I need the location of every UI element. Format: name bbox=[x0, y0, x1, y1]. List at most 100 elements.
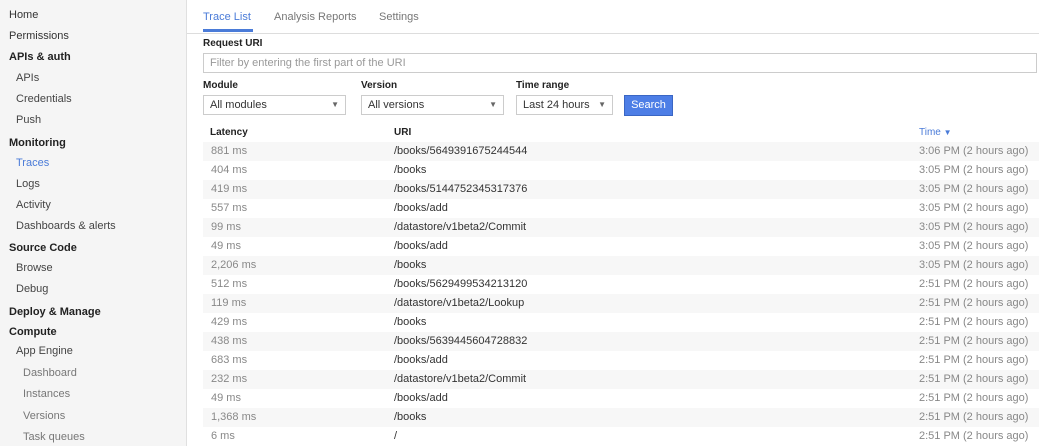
active-tab-indicator bbox=[203, 29, 253, 32]
table-row[interactable]: 6 ms / 2:51 PM (2 hours ago) bbox=[203, 427, 1039, 446]
latency-cell: 683 ms bbox=[211, 354, 248, 366]
table-row[interactable]: 49 ms/books/add 3:05 PM (2 hours ago) bbox=[203, 237, 1039, 256]
table-row[interactable]: 419 ms/books/5144752345317376 3:05 PM (2 … bbox=[203, 180, 1039, 199]
sidebar-item-app-engine[interactable]: App Engine bbox=[16, 341, 73, 361]
sidebar-item-debug[interactable]: Debug bbox=[16, 279, 48, 299]
module-select[interactable]: All modules ▼ bbox=[203, 95, 346, 115]
time-cell: 2:51 PM (2 hours ago) bbox=[919, 278, 1029, 290]
latency-cell: 404 ms bbox=[211, 164, 248, 176]
sidebar-item-compute[interactable]: Compute bbox=[9, 322, 57, 342]
tab-settings[interactable]: Settings bbox=[379, 11, 419, 23]
uri-cell[interactable]: /datastore/v1beta2/Lookup bbox=[394, 294, 524, 313]
sidebar-item-activity[interactable]: Activity bbox=[16, 195, 51, 215]
table-row[interactable]: 2,206 ms/books 3:05 PM (2 hours ago) bbox=[203, 256, 1039, 275]
time-range-select[interactable]: Last 24 hours ▼ bbox=[516, 95, 613, 115]
sidebar-item-instances[interactable]: Instances bbox=[23, 384, 70, 404]
time-cell: 3:05 PM (2 hours ago) bbox=[919, 202, 1029, 214]
uri-cell[interactable]: /datastore/v1beta2/Commit bbox=[394, 218, 526, 237]
latency-cell: 1,368 ms bbox=[211, 411, 257, 423]
uri-cell[interactable]: / bbox=[394, 427, 397, 446]
time-cell: 2:51 PM (2 hours ago) bbox=[919, 411, 1029, 423]
sidebar-item-task-queues[interactable]: Task queues bbox=[23, 427, 85, 447]
uri-cell[interactable]: /books bbox=[394, 408, 426, 427]
sort-chevron-down-icon: ▼ bbox=[943, 128, 952, 137]
request-uri-input[interactable] bbox=[203, 53, 1037, 73]
search-button[interactable]: Search bbox=[624, 95, 673, 116]
table-row[interactable]: 512 ms/books/5629499534213120 2:51 PM (2 … bbox=[203, 275, 1039, 294]
table-row[interactable]: 429 ms/books 2:51 PM (2 hours ago) bbox=[203, 313, 1039, 332]
sidebar-item-push[interactable]: Push bbox=[16, 110, 41, 130]
uri-cell[interactable]: /books/5144752345317376 bbox=[394, 180, 527, 199]
uri-cell[interactable]: /books/add bbox=[394, 237, 448, 256]
sidebar-item-home[interactable]: Home bbox=[9, 5, 38, 25]
latency-cell: 512 ms bbox=[211, 278, 248, 290]
sidebar-item-logs[interactable]: Logs bbox=[16, 174, 40, 194]
latency-cell: 2,206 ms bbox=[211, 259, 257, 271]
latency-cell: 232 ms bbox=[211, 373, 248, 385]
time-cell: 3:05 PM (2 hours ago) bbox=[919, 240, 1029, 252]
table-row[interactable]: 881 ms/books/5649391675244544 3:06 PM (2 … bbox=[203, 142, 1039, 161]
sidebar-item-browse[interactable]: Browse bbox=[16, 258, 53, 278]
time-cell: 2:51 PM (2 hours ago) bbox=[919, 373, 1029, 385]
table-row[interactable]: 232 ms/datastore/v1beta2/Commit 2:51 PM (… bbox=[203, 370, 1039, 389]
latency-cell: 49 ms bbox=[211, 392, 241, 404]
dropdown-caret-icon: ▼ bbox=[331, 100, 339, 109]
time-cell: 2:51 PM (2 hours ago) bbox=[919, 316, 1029, 328]
uri-cell[interactable]: /datastore/v1beta2/Commit bbox=[394, 370, 526, 389]
latency-cell: 438 ms bbox=[211, 335, 248, 347]
table-row[interactable]: 1,368 ms/books 2:51 PM (2 hours ago) bbox=[203, 408, 1039, 427]
uri-column-header[interactable]: URI bbox=[394, 127, 411, 138]
sidebar-item-permissions[interactable]: Permissions bbox=[9, 26, 69, 46]
latency-cell: 557 ms bbox=[211, 202, 248, 214]
request-uri-label: Request URI bbox=[203, 38, 263, 49]
table-row[interactable]: 119 ms/datastore/v1beta2/Lookup 2:51 PM (… bbox=[203, 294, 1039, 313]
table-row[interactable]: 404 ms/books 3:05 PM (2 hours ago) bbox=[203, 161, 1039, 180]
uri-cell[interactable]: /books bbox=[394, 161, 426, 180]
latency-cell: 881 ms bbox=[211, 145, 248, 157]
tab-analysis-reports[interactable]: Analysis Reports bbox=[274, 11, 357, 23]
version-select[interactable]: All versions ▼ bbox=[361, 95, 504, 115]
dropdown-caret-icon: ▼ bbox=[489, 100, 497, 109]
sidebar-item-versions[interactable]: Versions bbox=[23, 406, 65, 426]
table-row[interactable]: 99 ms/datastore/v1beta2/Commit 3:05 PM (2… bbox=[203, 218, 1039, 237]
latency-cell: 99 ms bbox=[211, 221, 241, 233]
uri-cell[interactable]: /books/5649391675244544 bbox=[394, 142, 527, 161]
time-column-header[interactable]: Time ▼ bbox=[919, 127, 952, 138]
time-range-select-value: Last 24 hours bbox=[523, 99, 590, 111]
uri-cell[interactable]: /books/add bbox=[394, 351, 448, 370]
time-cell: 2:51 PM (2 hours ago) bbox=[919, 430, 1029, 442]
sidebar-item-traces[interactable]: Traces bbox=[16, 153, 49, 173]
sidebar-item-apis-auth[interactable]: APIs & auth bbox=[9, 47, 71, 67]
uri-cell[interactable]: /books/add bbox=[394, 199, 448, 218]
uri-cell[interactable]: /books/add bbox=[394, 389, 448, 408]
uri-cell[interactable]: /books/5639445604728832 bbox=[394, 332, 527, 351]
sidebar-item-monitoring[interactable]: Monitoring bbox=[9, 133, 66, 153]
time-cell: 2:51 PM (2 hours ago) bbox=[919, 335, 1029, 347]
tab-bar: Trace List Analysis Reports Settings bbox=[187, 0, 1039, 34]
table-row[interactable]: 438 ms/books/5639445604728832 2:51 PM (2 … bbox=[203, 332, 1039, 351]
table-row[interactable]: 49 ms/books/add 2:51 PM (2 hours ago) bbox=[203, 389, 1039, 408]
time-cell: 3:05 PM (2 hours ago) bbox=[919, 221, 1029, 233]
time-cell: 2:51 PM (2 hours ago) bbox=[919, 392, 1029, 404]
latency-cell: 119 ms bbox=[211, 297, 247, 309]
sidebar-nav: Home Permissions APIs & auth APIs Credential… bbox=[0, 0, 187, 446]
latency-column-header[interactable]: Latency bbox=[210, 127, 248, 138]
uri-cell[interactable]: /books bbox=[394, 256, 426, 275]
tab-trace-list[interactable]: Trace List bbox=[203, 11, 251, 23]
sidebar-item-source-code[interactable]: Source Code bbox=[9, 238, 77, 258]
time-cell: 3:05 PM (2 hours ago) bbox=[919, 183, 1029, 195]
latency-cell: 429 ms bbox=[211, 316, 248, 328]
table-row[interactable]: 557 ms/books/add 3:05 PM (2 hours ago) bbox=[203, 199, 1039, 218]
sidebar-item-dashboard[interactable]: Dashboard bbox=[23, 363, 77, 383]
latency-cell: 419 ms bbox=[211, 183, 248, 195]
version-select-value: All versions bbox=[368, 99, 425, 111]
sidebar-item-credentials[interactable]: Credentials bbox=[16, 89, 72, 109]
table-row[interactable]: 683 ms/books/add 2:51 PM (2 hours ago) bbox=[203, 351, 1039, 370]
time-cell: 3:05 PM (2 hours ago) bbox=[919, 164, 1029, 176]
uri-cell[interactable]: /books/5629499534213120 bbox=[394, 275, 527, 294]
sidebar-item-deploy-manage[interactable]: Deploy & Manage bbox=[9, 302, 101, 322]
uri-cell[interactable]: /books bbox=[394, 313, 426, 332]
sidebar-item-apis[interactable]: APIs bbox=[16, 68, 39, 88]
table-header: Latency URI Time ▼ bbox=[203, 122, 1039, 143]
sidebar-item-dashboards-alerts[interactable]: Dashboards & alerts bbox=[16, 216, 116, 236]
